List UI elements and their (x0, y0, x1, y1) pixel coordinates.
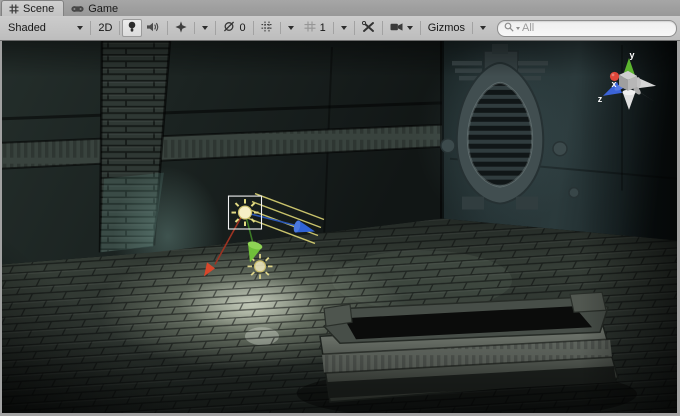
toolbar-separator (280, 22, 281, 34)
toolbar-separator (215, 21, 216, 35)
tab-game-label: Game (88, 3, 118, 15)
toolbar-separator (194, 22, 195, 34)
sun-gizmo-icon[interactable] (232, 199, 259, 226)
scene-viewport[interactable]: y x z (2, 41, 677, 413)
toolbar-separator (90, 21, 91, 35)
toolbar-right-group: 1 Gizmos (299, 20, 677, 37)
scene-audio-toggle[interactable] (142, 20, 165, 37)
dropdown-arrow-icon (288, 26, 294, 30)
toolbar-separator (420, 21, 421, 35)
grid-icon (304, 21, 316, 35)
dropdown-arrow-icon (77, 26, 83, 30)
dropdown-arrow-icon (202, 26, 208, 30)
tab-scene[interactable]: Scene (1, 0, 64, 16)
star-burst-icon (175, 21, 187, 36)
shading-mode-dropdown[interactable]: Shaded (3, 20, 88, 37)
crossed-tools-icon (362, 21, 375, 36)
shading-mode-label: Shaded (8, 22, 46, 34)
toolbar-separator (472, 22, 473, 34)
axis-z-label: z (598, 94, 603, 104)
gamepad-icon (71, 5, 84, 13)
eye-off-icon (223, 21, 235, 35)
toolbar-separator (382, 21, 383, 35)
magnifier-icon (504, 22, 514, 35)
search-filter-arrow-icon (516, 27, 520, 30)
scene-render: y x z (2, 41, 677, 413)
dropdown-arrow-icon (341, 26, 347, 30)
grid-icon (261, 21, 273, 35)
speaker-icon (147, 22, 160, 35)
scene-toolbar: Shaded 2D (0, 16, 680, 41)
snap-increment-value: 1 (320, 22, 326, 34)
hidden-objects-count: 0 (239, 22, 245, 34)
toggle-2d-button[interactable]: 2D (93, 20, 117, 37)
effects-dropdown[interactable] (170, 20, 213, 37)
tab-strip: Scene Game (0, 0, 680, 16)
gizmos-dropdown[interactable]: Gizmos (423, 20, 491, 37)
grid-icon (9, 4, 19, 14)
vignette-top (2, 41, 677, 77)
axis-x-label: x (611, 79, 616, 89)
scene-lighting-toggle[interactable] (122, 19, 142, 37)
tab-game[interactable]: Game (64, 1, 127, 16)
tab-scene-label: Scene (23, 3, 54, 15)
dropdown-arrow-icon (480, 26, 486, 30)
lightbulb-icon (128, 21, 136, 36)
snap-increment-dropdown[interactable]: 1 (299, 20, 352, 37)
scene-visibility-button[interactable]: 0 (218, 20, 250, 37)
dropdown-arrow-icon (407, 26, 413, 30)
toolbar-separator (119, 21, 120, 35)
toggle-2d-label: 2D (98, 22, 112, 34)
gizmos-label: Gizmos (428, 22, 465, 34)
unity-scene-window: Scene Game Shaded 2D (0, 0, 680, 416)
search-placeholder: All (522, 23, 534, 34)
grid-visibility-dropdown[interactable] (256, 20, 299, 37)
video-camera-icon (390, 22, 403, 35)
toolbar-separator (167, 21, 168, 35)
scene-search-input[interactable]: All (497, 20, 677, 37)
toolbar-separator (253, 21, 254, 35)
axis-y-label: y (629, 50, 634, 60)
toolbar-separator (354, 21, 355, 35)
toolbar-separator (333, 22, 334, 34)
component-tools-button[interactable] (357, 20, 380, 37)
camera-settings-dropdown[interactable] (385, 20, 418, 37)
vignette-bottom (2, 340, 677, 413)
